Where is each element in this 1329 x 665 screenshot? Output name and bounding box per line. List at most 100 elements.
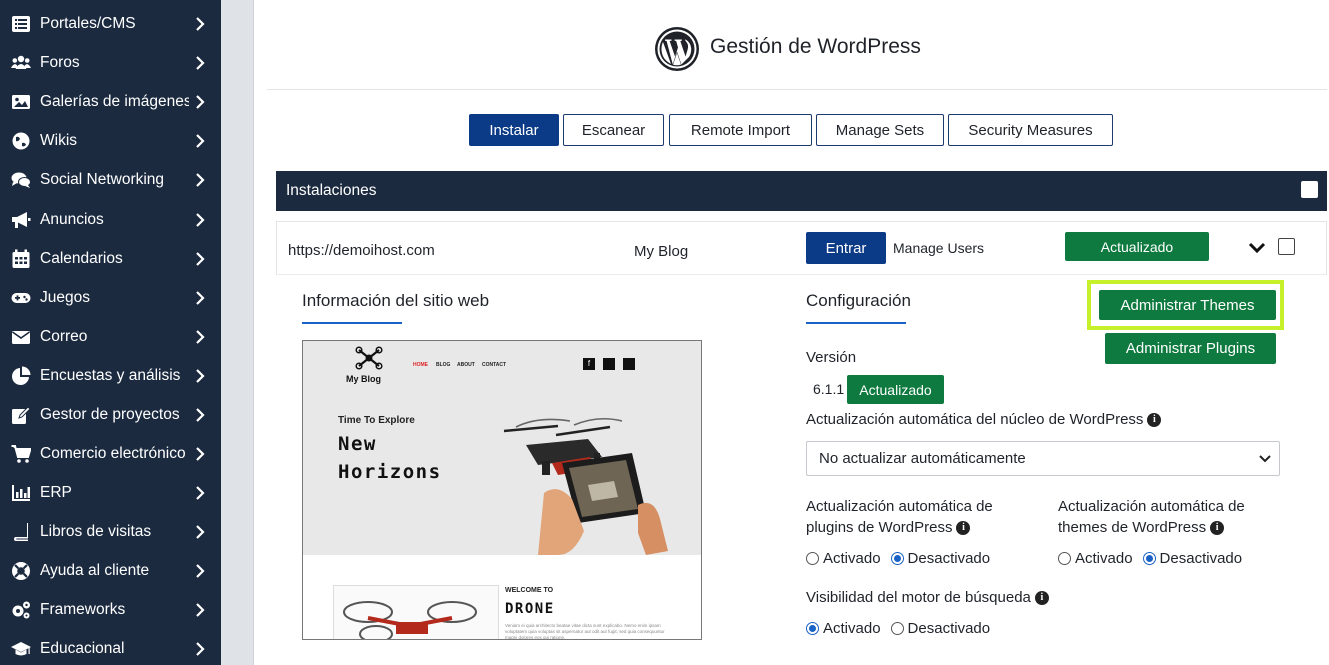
sidebar-item-label: Social Networking [40,170,165,188]
divider [267,89,1327,90]
instagram-icon [623,358,635,370]
sidebar-item-juegos[interactable]: Juegos [0,278,221,317]
page-header: Gestión de WordPress [254,0,1329,90]
radio-button[interactable] [1058,552,1071,565]
preview-headline-1: New [338,433,377,455]
row-checkbox[interactable] [1278,238,1295,255]
info-icon[interactable]: i [1147,413,1162,428]
preview-nav-contact: CONTACT [482,362,507,368]
radio-button[interactable] [890,622,904,635]
sidebar-item-erp[interactable]: ERP [0,473,221,512]
radio-button[interactable] [806,552,819,565]
sidebar-item-label: Gestor de proyectos [40,405,180,423]
cogs-icon [10,600,32,620]
sidebar-item-label: Comercio electrónico [40,444,186,462]
tab-remote-import[interactable]: Remote Import [669,114,812,146]
tab-escanear[interactable]: Escanear [563,114,664,146]
users-icon [10,53,32,73]
sidebar-item-encuestas[interactable]: Encuestas y análisis [0,356,221,395]
sidebar-item-galerias[interactable]: Galerías de imágenes [0,82,221,121]
manage-users-link[interactable]: Manage Users [893,240,984,256]
graduation-cap-icon [10,639,32,659]
sidebar-item-anuncios[interactable]: Anuncios [0,200,221,239]
sidebar-item-gestor-proyectos[interactable]: Gestor de proyectos [0,395,221,434]
preview-image-frame [333,585,499,639]
enter-button[interactable]: Entrar [806,232,886,264]
plugins-update-on-radio[interactable]: Activado [806,550,881,567]
chevron-right-icon [189,485,211,500]
themes-update-label-line2: themes de WordPress [1058,519,1207,536]
installations-title: Instalaciones [286,182,377,199]
radio-label: Desactivado [907,550,991,567]
themes-update-radio-group: Activado Desactivado [1058,550,1242,567]
preview-nav-home: HOME [413,362,428,368]
core-update-label: Actualización automática del núcleo de W… [806,409,1162,430]
sidebar-item-ayuda[interactable]: Ayuda al cliente [0,551,221,590]
info-icon[interactable]: i [956,521,971,536]
search-visibility-off-radio[interactable]: Desactivado [890,620,991,637]
radio-button-selected[interactable] [890,552,904,565]
core-update-selected: No actualizar automáticamente [819,450,1026,467]
chevron-right-icon [189,602,211,617]
sidebar-item-comercio[interactable]: Comercio electrónico [0,434,221,473]
sidebar-item-label: Frameworks [40,600,126,618]
manage-plugins-button[interactable]: Administrar Plugins [1105,333,1276,364]
version-status-button[interactable]: Actualizado [847,375,944,404]
chevron-right-icon [189,55,211,70]
chevron-down-icon [1259,455,1271,463]
tab-instalar[interactable]: Instalar [469,114,559,146]
sidebar-item-label: ERP [40,483,72,501]
manage-themes-button[interactable]: Administrar Themes [1099,290,1276,320]
search-visibility-on-radio[interactable]: Activado [806,620,881,637]
sidebar-item-libros-visitas[interactable]: Libros de visitas [0,512,221,551]
plugins-update-label: Actualización automática de plugins de W… [806,496,993,538]
sidebar-item-label: Encuestas y análisis [40,366,181,384]
preview-hero: My Blog HOME BLOG ABOUT CONTACT f Time T… [303,341,701,555]
themes-update-off-radio[interactable]: Desactivado [1142,550,1242,567]
section-underline [806,322,906,324]
plugins-update-off-radio[interactable]: Desactivado [890,550,991,567]
plugins-update-radio-group: Activado Desactivado [806,550,990,567]
tab-security-measures[interactable]: Security Measures [948,114,1113,146]
sidebar-item-educacional[interactable]: Educacional [0,629,221,665]
core-update-label-text: Actualización automática del núcleo de W… [806,411,1144,428]
core-update-select[interactable]: No actualizar automáticamente [806,441,1280,476]
sidebar-item-wikis[interactable]: Wikis [0,121,221,160]
preview-logo-text: My Blog [346,374,381,384]
select-all-checkbox[interactable] [1301,181,1318,198]
radio-button-selected[interactable] [1142,552,1156,565]
sidebar-item-label: Juegos [40,288,90,306]
site-preview[interactable]: My Blog HOME BLOG ABOUT CONTACT f Time T… [302,340,702,640]
megaphone-icon [10,210,32,230]
sidebar-item-social-networking[interactable]: Social Networking [0,160,221,199]
themes-update-on-radio[interactable]: Activado [1058,550,1133,567]
calendar-icon [10,249,32,269]
info-icon[interactable]: i [1034,591,1049,606]
comments-icon [10,170,32,190]
sidebar-item-label: Educacional [40,639,125,657]
tab-manage-sets[interactable]: Manage Sets [816,114,944,146]
sidebar-item-label: Portales/CMS [40,14,136,32]
sidebar-item-label: Correo [40,327,88,345]
radio-label: Desactivado [907,620,991,637]
sidebar-item-label: Foros [40,53,80,71]
radio-button-selected[interactable] [806,622,819,635]
chevron-right-icon [189,524,211,539]
chevron-right-icon [189,368,211,383]
sidebar-item-label: Calendarios [40,249,123,267]
sidebar-item-correo[interactable]: Correo [0,317,221,356]
site-url[interactable]: https://demoihost.com [288,242,435,259]
sidebar-item-label: Galerías de imágenes [40,92,189,110]
preview-tagline: Time To Explore [338,415,415,426]
sidebar-item-label: Wikis [40,131,78,149]
sidebar-item-calendarios[interactable]: Calendarios [0,239,221,278]
sidebar-item-portales-cms[interactable]: Portales/CMS [0,4,221,43]
preview-drone-title: DRONE [505,601,555,617]
chevron-right-icon [189,133,211,148]
sidebar-item-foros[interactable]: Foros [0,43,221,82]
info-icon[interactable]: i [1210,521,1225,536]
chevron-right-icon [189,563,211,578]
status-updated-button[interactable]: Actualizado [1065,232,1209,261]
chevron-down-icon[interactable] [1247,238,1267,258]
sidebar-item-frameworks[interactable]: Frameworks [0,590,221,629]
